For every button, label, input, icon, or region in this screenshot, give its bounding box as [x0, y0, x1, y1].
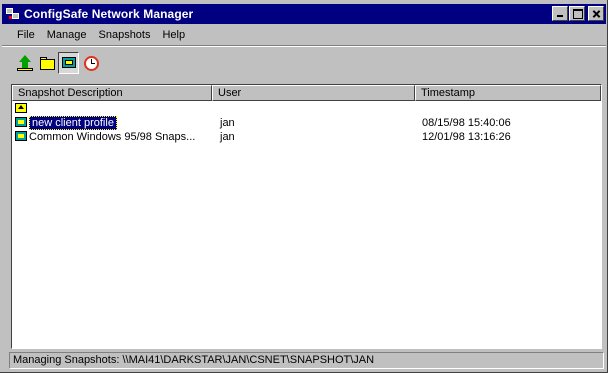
window-controls — [551, 6, 604, 21]
snapshot-timestamp: 12/01/98 13:16:26 — [422, 131, 511, 143]
column-header-timestamp[interactable]: Timestamp — [415, 85, 601, 101]
title-bar[interactable]: ConfigSafe Network Manager — [2, 4, 606, 24]
list-item-up[interactable] — [12, 102, 601, 116]
menu-separator — [2, 45, 606, 47]
up-folder-icon — [15, 103, 27, 113]
minimize-button[interactable] — [552, 6, 568, 21]
list-item[interactable]: Common Windows 95/98 Snaps... jan 12/01/… — [12, 130, 601, 144]
snapshot-icon — [15, 117, 27, 127]
snapshot-user: jan — [220, 131, 235, 143]
column-header-description[interactable]: Snapshot Description — [12, 85, 212, 101]
snapshot-timestamp: 08/15/98 15:40:06 — [422, 117, 511, 129]
menu-bar: File Manage Snapshots Help — [2, 26, 606, 44]
schedule-button[interactable] — [80, 52, 101, 74]
window-title: ConfigSafe Network Manager — [24, 7, 194, 21]
app-icon[interactable] — [6, 7, 20, 21]
app-window: ConfigSafe Network Manager File Manage S… — [0, 0, 608, 373]
snapshot-icon — [15, 131, 27, 141]
list-header: Snapshot Description User Timestamp — [12, 85, 601, 101]
snapshot-view-button[interactable] — [58, 52, 79, 74]
close-button[interactable] — [588, 6, 604, 21]
open-button[interactable] — [36, 52, 57, 74]
menu-snapshots[interactable]: Snapshots — [93, 29, 157, 41]
menu-manage[interactable]: Manage — [41, 29, 93, 41]
snapshot-list[interactable]: Snapshot Description User Timestamp new … — [11, 84, 602, 349]
menu-file[interactable]: File — [2, 29, 41, 41]
snapshot-description: Common Windows 95/98 Snaps... — [29, 131, 196, 143]
up-level-button[interactable] — [14, 52, 35, 74]
snapshot-description: new client profile — [29, 116, 117, 130]
column-header-user[interactable]: User — [212, 85, 415, 101]
list-item[interactable]: new client profile jan 08/15/98 15:40:06 — [12, 116, 601, 130]
snapshot-user: jan — [220, 117, 235, 129]
status-bar: Managing Snapshots: \\MAI41\DARKSTAR\JAN… — [9, 352, 604, 369]
menu-help[interactable]: Help — [156, 29, 191, 41]
toolbar — [14, 52, 101, 78]
list-rows: new client profile jan 08/15/98 15:40:06… — [12, 102, 601, 144]
maximize-button[interactable] — [569, 6, 585, 21]
